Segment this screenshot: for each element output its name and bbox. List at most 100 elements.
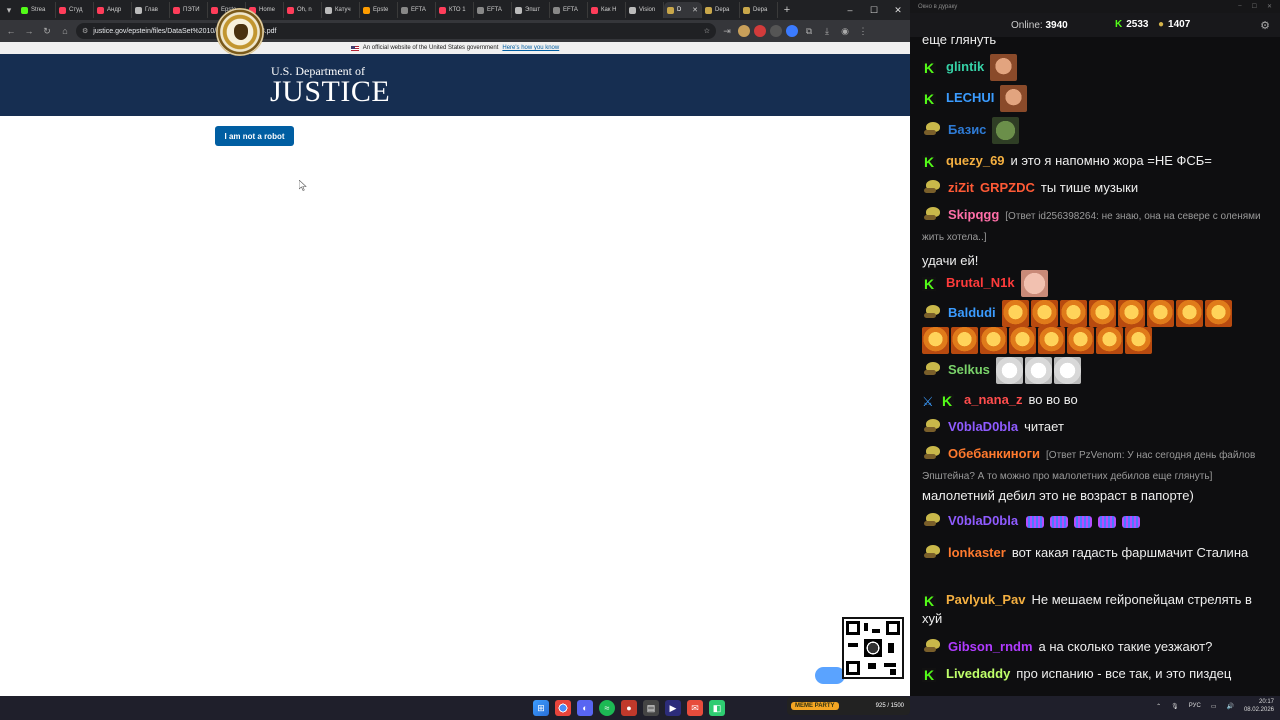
gov-banner-link[interactable]: Here's how you know	[502, 45, 559, 51]
username[interactable]: Обебанкиноги	[948, 446, 1040, 461]
tab-label: Vision	[639, 7, 656, 13]
username[interactable]: glintik	[946, 59, 984, 74]
emote-icon	[1088, 300, 1116, 327]
username[interactable]: quezy_69	[946, 153, 1005, 168]
app-icon[interactable]: ◧	[709, 700, 725, 716]
meme-party-widget[interactable]: MEME PARTY 925 / 1500	[787, 697, 910, 715]
browser-tab[interactable]: Как Н	[588, 2, 626, 18]
minimize-icon[interactable]: –	[838, 5, 862, 16]
emote-icon	[1096, 327, 1123, 354]
browser-tab[interactable]: EFTA	[474, 2, 512, 18]
browser-tab[interactable]: Depa	[702, 2, 740, 18]
menu-icon[interactable]: ⋮	[856, 24, 870, 38]
address-bar[interactable]: ⚙ justice.gov/epstein/files/DataSet%2010…	[76, 23, 716, 39]
username[interactable]: V0blaD0bla	[948, 419, 1018, 434]
stream-chat-panel: Окно в дураку – ☐ ✕ Online: 3940 K 2533 …	[910, 0, 1280, 696]
back-icon[interactable]: ←	[4, 24, 18, 38]
start-windows-icon[interactable]: ⊞	[533, 700, 549, 716]
gold-points-stat: ● 1407	[1158, 19, 1190, 30]
download-icon[interactable]: ⤓	[820, 24, 834, 38]
username[interactable]: Pavlyuk_Pav	[946, 592, 1026, 607]
share-icon[interactable]: ⇥	[720, 24, 734, 38]
username[interactable]: lonkaster	[948, 545, 1006, 560]
app-icon[interactable]: ●	[621, 700, 637, 716]
not-a-robot-button[interactable]: I am not a robot	[215, 126, 294, 146]
browser-tab[interactable]: КТО 1	[436, 2, 474, 18]
chat-message: K Brutal_N1k	[922, 270, 1272, 297]
close-icon[interactable]: ✕	[1267, 3, 1272, 10]
browser-tab[interactable]: Oh, n	[284, 2, 322, 18]
floating-widget-button[interactable]	[815, 667, 845, 684]
tab-label: Катуч	[335, 7, 351, 13]
username[interactable]: Brutal_N1k	[946, 275, 1015, 290]
username[interactable]: GRPZDC	[980, 180, 1035, 195]
network-icon[interactable]: ▭	[1211, 703, 1217, 710]
doj-seal-logo[interactable]	[216, 8, 264, 56]
browser-tab[interactable]: Epste	[360, 2, 398, 18]
new-tab-button[interactable]: +	[778, 4, 796, 16]
clock-date: 08.02.2026	[1243, 707, 1274, 713]
bookmark-star-icon[interactable]: ☆	[704, 27, 710, 35]
extension-icon[interactable]	[770, 25, 782, 37]
browser-tab[interactable]: EFTA	[550, 2, 588, 18]
clock[interactable]: 20:17 08.02.2026	[1244, 698, 1274, 714]
subscriber-badge-icon	[922, 545, 942, 559]
discord-icon[interactable]: ◐	[577, 700, 593, 716]
tab-search-icon[interactable]: ▾	[0, 0, 18, 20]
gov-banner: An official website of the United States…	[0, 42, 910, 54]
username[interactable]: ziZit	[948, 180, 974, 195]
meme-party-count: 925 / 1500	[875, 703, 904, 709]
chat-message: Selkus	[922, 357, 1272, 384]
chevron-up-icon[interactable]: ⌃	[1156, 703, 1161, 710]
spotify-icon[interactable]: ≈	[599, 700, 615, 716]
home-icon[interactable]: ⌂	[58, 24, 72, 38]
username[interactable]: Gibson_rndm	[948, 639, 1033, 654]
maximize-icon[interactable]: ☐	[1252, 3, 1257, 10]
browser-tab[interactable]: Эпшт	[512, 2, 550, 18]
app-icon[interactable]: ▶	[665, 700, 681, 716]
message-text: читает	[1024, 419, 1064, 434]
chat-message: ⚔ Ka_nana_z во во во	[922, 390, 1272, 409]
reload-icon[interactable]: ↻	[40, 24, 54, 38]
tab-label: D	[677, 7, 682, 13]
browser-tab[interactable]: Strea	[18, 2, 56, 18]
browser-tab[interactable]: D ✕	[664, 2, 702, 18]
app-icon[interactable]: ✉	[687, 700, 703, 716]
close-icon[interactable]: ✕	[886, 5, 910, 16]
browser-tab[interactable]: Depa	[740, 2, 778, 18]
mic-icon[interactable]: 🎙	[1171, 703, 1179, 710]
username[interactable]: Базис	[948, 122, 986, 137]
profile-icon[interactable]: ◉	[838, 24, 852, 38]
site-info-icon[interactable]: ⚙	[82, 27, 88, 35]
language-indicator[interactable]: РУС	[1189, 703, 1201, 709]
volume-icon[interactable]: 🔊	[1226, 703, 1233, 710]
username[interactable]: V0blaD0bla	[948, 513, 1018, 528]
username[interactable]: Livedaddy	[946, 666, 1010, 681]
forward-icon[interactable]: →	[22, 24, 36, 38]
extension-icon[interactable]	[786, 25, 798, 37]
close-tab-icon[interactable]: ✕	[692, 6, 698, 14]
tab-label: Home	[259, 7, 276, 13]
browser-tab[interactable]: Студ	[56, 2, 94, 18]
browser-tab[interactable]: Глав	[132, 2, 170, 18]
chrome-icon[interactable]	[555, 700, 571, 716]
username[interactable]: LECHUI	[946, 90, 994, 105]
browser-tab[interactable]: Андр	[94, 2, 132, 18]
minimize-icon[interactable]: –	[1238, 3, 1241, 10]
maximize-icon[interactable]: ☐	[862, 5, 886, 16]
app-icon[interactable]: ▤	[643, 700, 659, 716]
username[interactable]: Baldudi	[948, 305, 996, 320]
browser-tab[interactable]: EFTA	[398, 2, 436, 18]
browser-tab[interactable]: Vision	[626, 2, 664, 18]
username[interactable]: Skipqgg	[948, 207, 999, 222]
browser-toolbar: ← → ↻ ⌂ ⚙ justice.gov/epstein/files/Data…	[0, 20, 910, 42]
browser-tab[interactable]: Катуч	[322, 2, 360, 18]
browser-tab[interactable]: ПЭТИ	[170, 2, 208, 18]
tab-favicon-icon	[21, 6, 28, 14]
username[interactable]: a_nana_z	[964, 392, 1023, 407]
emote-icon	[1053, 357, 1081, 384]
extensions-puzzle-icon[interactable]: ⧉	[802, 24, 816, 38]
extension-icon[interactable]	[754, 25, 766, 37]
username[interactable]: Selkus	[948, 362, 990, 377]
extension-icon[interactable]	[738, 25, 750, 37]
